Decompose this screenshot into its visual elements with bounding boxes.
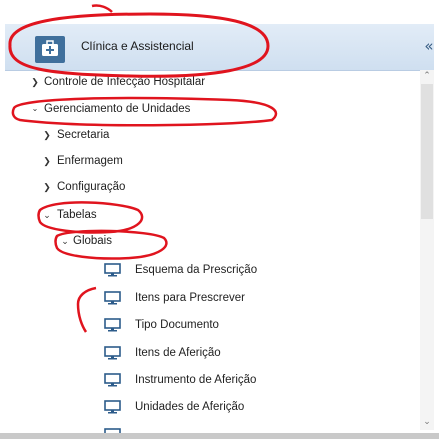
tree-item-label: Tipo Documento <box>135 319 219 331</box>
scroll-down-icon[interactable]: ⌄ <box>420 416 434 428</box>
tree-leaf-instrumento-afericao[interactable]: Instrumento de Aferição <box>0 368 415 392</box>
tree-item-label: Instrumento de Aferição <box>135 374 257 386</box>
menu-tree: ❯ Controle de Infecção Hospitalar ⌄ Gere… <box>0 70 415 439</box>
chevron-down-icon[interactable]: ⌄ <box>42 203 52 227</box>
tree-item-globais[interactable]: ⌄ Globais <box>0 229 415 253</box>
tree-item-label: Globais <box>73 235 112 247</box>
chevron-down-icon[interactable]: ⌄ <box>30 97 40 121</box>
tree-item-label: Gerenciamento de Unidades <box>44 103 191 115</box>
tree-item-label: Enfermagem <box>57 155 123 167</box>
monitor-icon <box>104 263 121 277</box>
tree-leaf-tipo-documento[interactable]: Tipo Documento <box>0 313 415 337</box>
chevron-right-icon[interactable]: ❯ <box>42 123 52 147</box>
tree-leaf-unidades-afericao[interactable]: Unidades de Aferição <box>0 395 415 419</box>
tree-item-label: Tabelas <box>57 209 97 221</box>
tree-item-configuracao[interactable]: ❯ Configuração <box>0 175 415 199</box>
chevron-right-icon[interactable]: ❯ <box>30 70 40 94</box>
monitor-icon <box>104 400 121 414</box>
monitor-icon <box>104 373 121 387</box>
chevron-down-icon[interactable]: ⌄ <box>60 229 70 253</box>
medical-kit-icon <box>35 36 65 63</box>
tree-item-controle-infeccao[interactable]: ❯ Controle de Infecção Hospitalar <box>0 70 415 94</box>
tree-item-gerenciamento-unidades[interactable]: ⌄ Gerenciamento de Unidades <box>0 97 415 121</box>
panel-bottom-border <box>0 433 439 439</box>
chevron-right-icon[interactable]: ❯ <box>42 175 52 199</box>
tree-item-label: Esquema da Prescrição <box>135 264 258 276</box>
monitor-icon <box>104 318 121 332</box>
tree-item-tabelas[interactable]: ⌄ Tabelas <box>0 203 415 227</box>
tree-item-label: Unidades de Aferição <box>135 401 245 413</box>
module-title: Clínica e Assistencial <box>81 39 194 53</box>
collapse-panel-button[interactable]: « <box>421 37 437 55</box>
tree-leaf-esquema-prescricao[interactable]: Esquema da Prescrição <box>0 258 415 282</box>
scroll-up-icon[interactable]: ⌃ <box>420 70 434 82</box>
chevron-right-icon[interactable]: ❯ <box>42 149 52 173</box>
monitor-icon <box>104 346 121 360</box>
vertical-scrollbar[interactable]: ⌃ ⌄ <box>420 70 434 430</box>
tree-item-secretaria[interactable]: ❯ Secretaria <box>0 123 415 147</box>
tree-item-label: Itens para Prescrever <box>135 292 245 304</box>
module-header[interactable]: Clínica e Assistencial « <box>5 24 434 71</box>
tree-item-enfermagem[interactable]: ❯ Enfermagem <box>0 149 415 173</box>
navigation-panel: Clínica e Assistencial « ❯ Controle de I… <box>0 0 439 439</box>
tree-leaf-itens-afericao[interactable]: Itens de Aferição <box>0 341 415 365</box>
tree-item-label: Controle de Infecção Hospitalar <box>44 76 206 88</box>
tree-item-label: Configuração <box>57 181 126 193</box>
tree-leaf-itens-prescrever[interactable]: Itens para Prescrever <box>0 286 415 310</box>
tree-item-label: Itens de Aferição <box>135 347 221 359</box>
monitor-icon <box>104 291 121 305</box>
tree-item-label: Secretaria <box>57 129 110 141</box>
scrollbar-thumb[interactable] <box>421 84 433 219</box>
